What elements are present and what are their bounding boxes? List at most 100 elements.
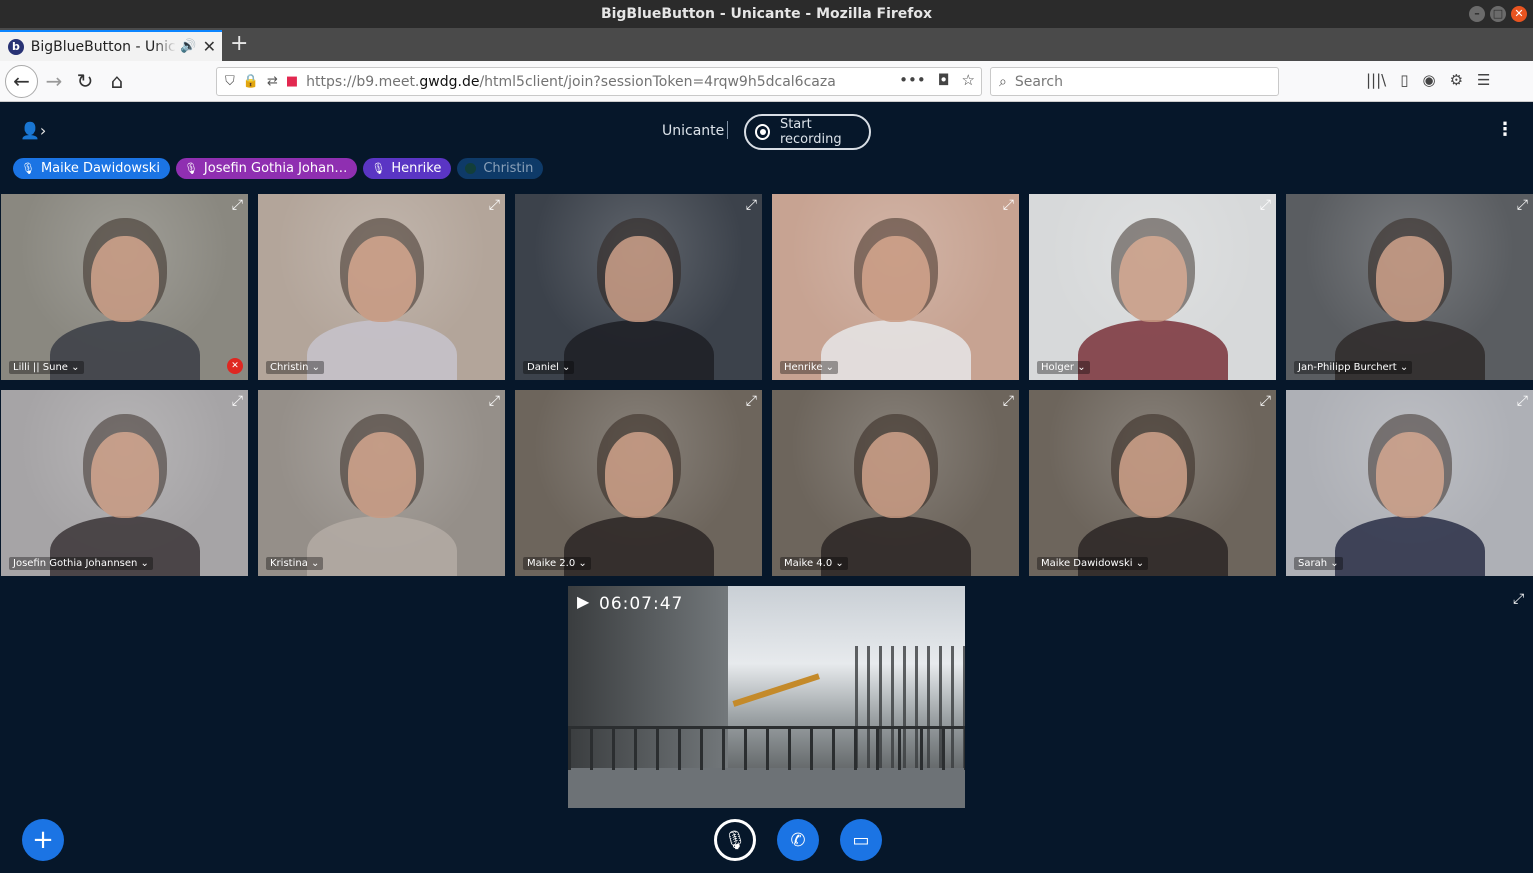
- participant-name-tag[interactable]: Lilli || Sune ⌄: [9, 361, 84, 374]
- play-icon[interactable]: ▶: [577, 592, 589, 611]
- record-icon: [755, 124, 770, 140]
- user-list-toggle-icon[interactable]: 👤›: [20, 121, 46, 140]
- participant-face: [604, 236, 673, 322]
- screenshare-video[interactable]: ▶ 06:07:47: [568, 586, 965, 808]
- url-bar[interactable]: ⛉ 🔒 ⇄ ■ https://b9.meet.gwdg.de/html5cli…: [216, 67, 982, 96]
- meeting-name: Unicante: [662, 123, 725, 139]
- webcam-tile[interactable]: Christin ⌄ ⤢: [258, 194, 505, 380]
- actions-plus-button[interactable]: +: [22, 819, 64, 861]
- participant-name-tag[interactable]: Jan-Philipp Burchert ⌄: [1294, 361, 1413, 374]
- stream-timestamp: 06:07:47: [599, 594, 684, 614]
- webcam-tile[interactable]: Lilli || Sune ⌄ ⤢ ✕: [1, 194, 248, 380]
- participant-name: Josefin Gothia Johannsen: [13, 558, 138, 569]
- mute-microphone-button[interactable]: 🎙: [714, 819, 756, 861]
- fullscreen-screenshare-icon[interactable]: ⤢: [1513, 591, 1524, 607]
- account-icon[interactable]: ◉: [1422, 71, 1435, 89]
- participant-name: Henrike: [784, 362, 823, 373]
- balcony-railing: [568, 726, 965, 770]
- forward-button[interactable]: →: [39, 66, 69, 96]
- search-bar[interactable]: ⌕ Search: [990, 67, 1279, 96]
- talker-name: Christin: [483, 161, 534, 176]
- participant-name-tag[interactable]: Christin ⌄: [266, 361, 325, 374]
- leave-audio-button[interactable]: ✆: [777, 819, 819, 861]
- talker-2[interactable]: 🎙 Henrike: [363, 158, 452, 179]
- fullscreen-icon[interactable]: ⤢: [1260, 394, 1271, 408]
- talker-0[interactable]: 🎙 Maike Dawidowski: [13, 158, 170, 179]
- webcam-tile[interactable]: Maike 2.0 ⌄ ⤢: [515, 390, 762, 576]
- webcam-tile[interactable]: Josefin Gothia Johannsen ⌄ ⤢: [1, 390, 248, 576]
- microphone-icon: 🎙: [21, 162, 35, 175]
- participant-name-tag[interactable]: Holger ⌄: [1037, 361, 1090, 374]
- share-webcam-button[interactable]: ▭: [840, 819, 882, 861]
- minimize-button[interactable]: –: [1469, 6, 1485, 22]
- participant-face: [1375, 236, 1444, 322]
- extension-icon[interactable]: ⚙: [1450, 71, 1463, 89]
- page-actions-icon[interactable]: •••: [899, 71, 926, 89]
- talker-3[interactable]: Christin: [457, 158, 544, 179]
- fullscreen-icon[interactable]: ⤢: [1003, 394, 1014, 408]
- close-window-button[interactable]: ✕: [1511, 6, 1527, 22]
- balcony-floor: [568, 768, 965, 808]
- permissions-icon[interactable]: ⇄: [267, 74, 278, 89]
- lock-icon[interactable]: 🔒: [243, 74, 259, 89]
- fullscreen-icon[interactable]: ⤢: [489, 198, 500, 212]
- talker-1[interactable]: 🎙 Josefin Gothia Johan…: [175, 158, 358, 179]
- close-tab-button[interactable]: ✕: [203, 37, 216, 56]
- webcam-tile[interactable]: Daniel ⌄ ⤢: [515, 194, 762, 380]
- participant-name-tag[interactable]: Maike 2.0 ⌄: [523, 557, 591, 570]
- browser-tab[interactable]: b BigBlueButton - Unicante 🔊 ✕: [0, 30, 222, 61]
- sidebar-icon[interactable]: ▯: [1400, 71, 1408, 89]
- fullscreen-icon[interactable]: ⤢: [232, 198, 243, 212]
- url-domain: gwdg.de: [419, 73, 480, 90]
- chevron-down-icon: ⌄: [67, 362, 80, 373]
- camera-indicator-icon[interactable]: ■: [286, 74, 298, 89]
- webcam-tile[interactable]: Henrike ⌄ ⤢: [772, 194, 1019, 380]
- participant-name-tag[interactable]: Sarah ⌄: [1294, 557, 1343, 570]
- menu-icon[interactable]: ☰: [1477, 71, 1490, 89]
- fullscreen-icon[interactable]: ⤢: [746, 394, 757, 408]
- fullscreen-icon[interactable]: ⤢: [1260, 198, 1271, 212]
- participant-name-tag[interactable]: Kristina ⌄: [266, 557, 324, 570]
- url-text: https://b9.meet.gwdg.de/html5client/join…: [306, 74, 836, 90]
- participant-name-tag[interactable]: Maike Dawidowski ⌄: [1037, 557, 1149, 570]
- window-title-bar: BigBlueButton - Unicante - Mozilla Firef…: [0, 0, 1533, 28]
- options-menu-icon[interactable]: ⋮: [1496, 119, 1514, 140]
- speaker-icon[interactable]: 🔊: [180, 39, 196, 54]
- webcam-tile[interactable]: Maike 4.0 ⌄ ⤢: [772, 390, 1019, 576]
- participant-name-tag[interactable]: Daniel ⌄: [523, 361, 575, 374]
- webcam-tile[interactable]: Sarah ⌄ ⤢: [1286, 390, 1533, 576]
- webcam-tile[interactable]: Holger ⌄ ⤢: [1029, 194, 1276, 380]
- microphone-icon: 🎙: [371, 162, 386, 175]
- participant-name: Maike 4.0: [784, 558, 833, 569]
- maximize-button[interactable]: □: [1490, 6, 1506, 22]
- participant-name: Holger: [1041, 362, 1075, 373]
- participant-name: Daniel: [527, 362, 559, 373]
- fullscreen-icon[interactable]: ⤢: [1003, 198, 1014, 212]
- participant-face: [1375, 432, 1444, 518]
- camera-icon: ▭: [852, 829, 870, 851]
- fullscreen-icon[interactable]: ⤢: [1517, 394, 1528, 408]
- microphone-icon: 🎙: [183, 162, 198, 175]
- start-recording-button[interactable]: Start recording: [744, 114, 871, 150]
- participant-body: [563, 320, 714, 380]
- participant-name-tag[interactable]: Josefin Gothia Johannsen ⌄: [9, 557, 153, 570]
- fullscreen-icon[interactable]: ⤢: [232, 394, 243, 408]
- pocket-icon[interactable]: ◘: [938, 71, 950, 89]
- back-button[interactable]: ←: [5, 65, 38, 98]
- webcam-tile[interactable]: Jan-Philipp Burchert ⌄ ⤢: [1286, 194, 1533, 380]
- library-icon[interactable]: |||\: [1366, 71, 1386, 89]
- fullscreen-icon[interactable]: ⤢: [746, 198, 757, 212]
- participant-body: [306, 320, 457, 380]
- shield-icon[interactable]: ⛉: [225, 74, 235, 89]
- webcam-tile[interactable]: Kristina ⌄ ⤢: [258, 390, 505, 576]
- new-tab-button[interactable]: +: [230, 32, 248, 56]
- participant-name-tag[interactable]: Henrike ⌄: [780, 361, 839, 374]
- participant-face: [90, 432, 159, 518]
- fullscreen-icon[interactable]: ⤢: [489, 394, 500, 408]
- fullscreen-icon[interactable]: ⤢: [1517, 198, 1528, 212]
- reload-button[interactable]: ↻: [70, 66, 100, 96]
- bookmark-star-icon[interactable]: ☆: [962, 71, 975, 89]
- home-button[interactable]: ⌂: [102, 66, 132, 96]
- webcam-tile[interactable]: Maike Dawidowski ⌄ ⤢: [1029, 390, 1276, 576]
- participant-name-tag[interactable]: Maike 4.0 ⌄: [780, 557, 848, 570]
